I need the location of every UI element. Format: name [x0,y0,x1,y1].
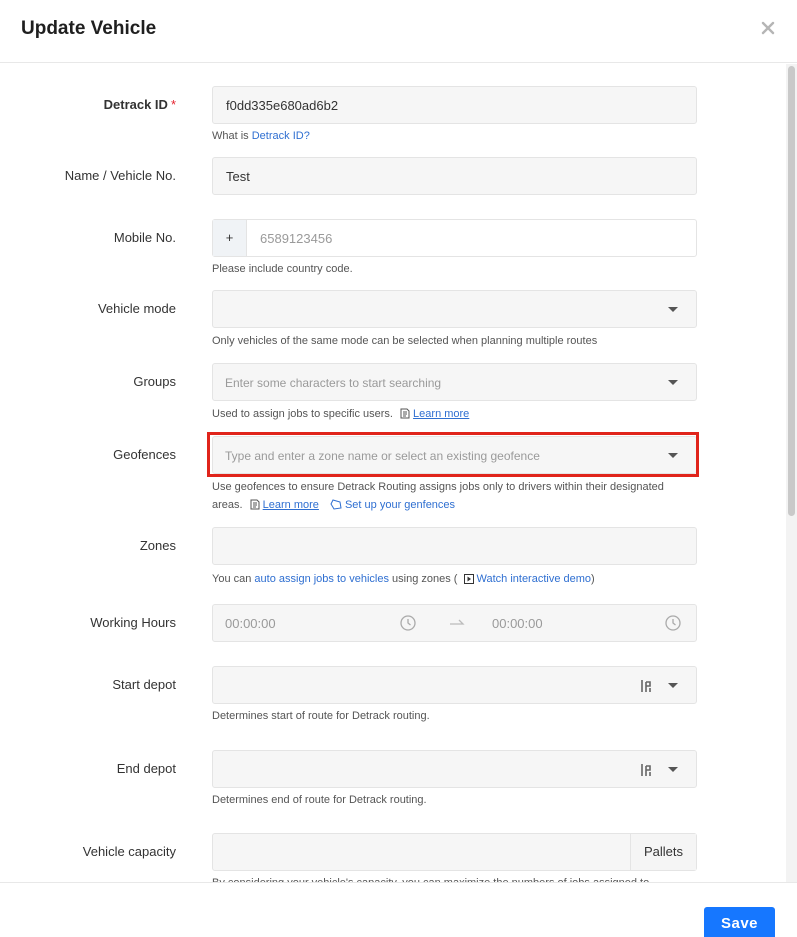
detrack-id-input[interactable]: f0dd335e680ad6b2 [212,86,697,124]
chevron-down-icon [668,767,678,772]
vehicle-mode-label: Vehicle mode [97,301,176,316]
setup-geofences-link[interactable]: Set up your genfences [345,499,455,511]
detrack-id-label: Detrack ID * [103,97,176,112]
mobile-prefix: + [213,220,247,256]
update-vehicle-modal: Update Vehicle Detrack ID * f0dd335e680ad… [0,0,797,937]
document-icon [250,499,260,510]
groups-help: Used to assign jobs to specific users. L… [212,408,470,420]
start-time-input[interactable]: 00:00:00 [225,616,276,631]
scrollbar[interactable] [786,64,797,882]
vehicle-mode-select[interactable] [212,290,697,328]
play-icon [463,574,474,584]
end-depot-label: End depot [116,761,176,776]
modal-footer: Save [0,882,797,937]
capacity-input[interactable]: Pallets [212,833,697,871]
working-hours-label: Working Hours [90,615,176,630]
capacity-label: Vehicle capacity [82,844,176,859]
name-input[interactable]: Test [212,157,697,195]
zones-help: You can auto assign jobs to vehicles usi… [212,573,595,585]
chevron-down-icon [668,380,678,385]
zones-input[interactable] [212,527,697,565]
groups-placeholder: Enter some characters to start searching [225,376,442,390]
groups-select[interactable]: Enter some characters to start searching [212,363,697,401]
working-hours-range[interactable]: 00:00:00 00:00:00 [212,604,697,642]
interactive-demo-link[interactable]: Watch interactive demo [477,573,592,585]
zones-label: Zones [139,538,176,553]
end-depot-help: Determines end of route for Detrack rout… [212,794,427,806]
depot-icon [641,680,651,692]
geofences-help-line1: Use geofences to ensure Detrack Routing … [212,481,664,493]
save-button[interactable]: Save [704,907,775,937]
required-mark: * [170,97,176,112]
geofence-icon [330,499,342,510]
modal-body: Detrack ID * f0dd335e680ad6b2 What is Det… [0,64,786,882]
depot-icon [641,764,651,776]
capacity-unit: Pallets [630,834,696,870]
detrack-id-help: What is Detrack ID? [212,130,310,142]
clock-icon [400,615,416,631]
detrack-id-link[interactable]: Detrack ID? [252,130,310,142]
auto-assign-link[interactable]: auto assign jobs to vehicles [254,573,389,585]
start-depot-help: Determines start of route for Detrack ro… [212,710,430,722]
modal-header: Update Vehicle [0,0,797,63]
mobile-label: Mobile No. [113,230,176,245]
name-label: Name / Vehicle No. [64,168,176,183]
clock-icon [665,615,681,631]
end-depot-select[interactable] [212,750,697,788]
geofences-help-line2: areas. Learn more Set up your genfences [212,499,456,511]
capacity-help: By considering your vehicle's capacity, … [212,874,649,882]
arrow-right-icon [450,619,465,625]
groups-learn-more-link[interactable]: Learn more [413,408,469,420]
chevron-down-icon [668,307,678,312]
close-icon[interactable] [761,20,775,36]
chevron-down-icon [668,683,678,688]
groups-label: Groups [133,374,176,389]
end-time-input[interactable]: 00:00:00 [492,616,543,631]
geofences-learn-more-link[interactable]: Learn more [263,499,319,511]
mobile-help: Please include country code. [212,263,353,275]
modal-title: Update Vehicle [21,18,157,39]
document-icon [400,408,410,419]
vehicle-mode-help: Only vehicles of the same mode can be se… [212,335,598,347]
start-depot-label: Start depot [112,677,176,692]
start-depot-select[interactable] [212,666,697,704]
geofences-label: Geofences [113,447,176,462]
geofences-highlight [207,432,699,477]
scroll-thumb[interactable] [788,66,795,516]
mobile-input[interactable]: + 6589123456 [212,219,697,257]
mobile-placeholder: 6589123456 [260,231,333,246]
